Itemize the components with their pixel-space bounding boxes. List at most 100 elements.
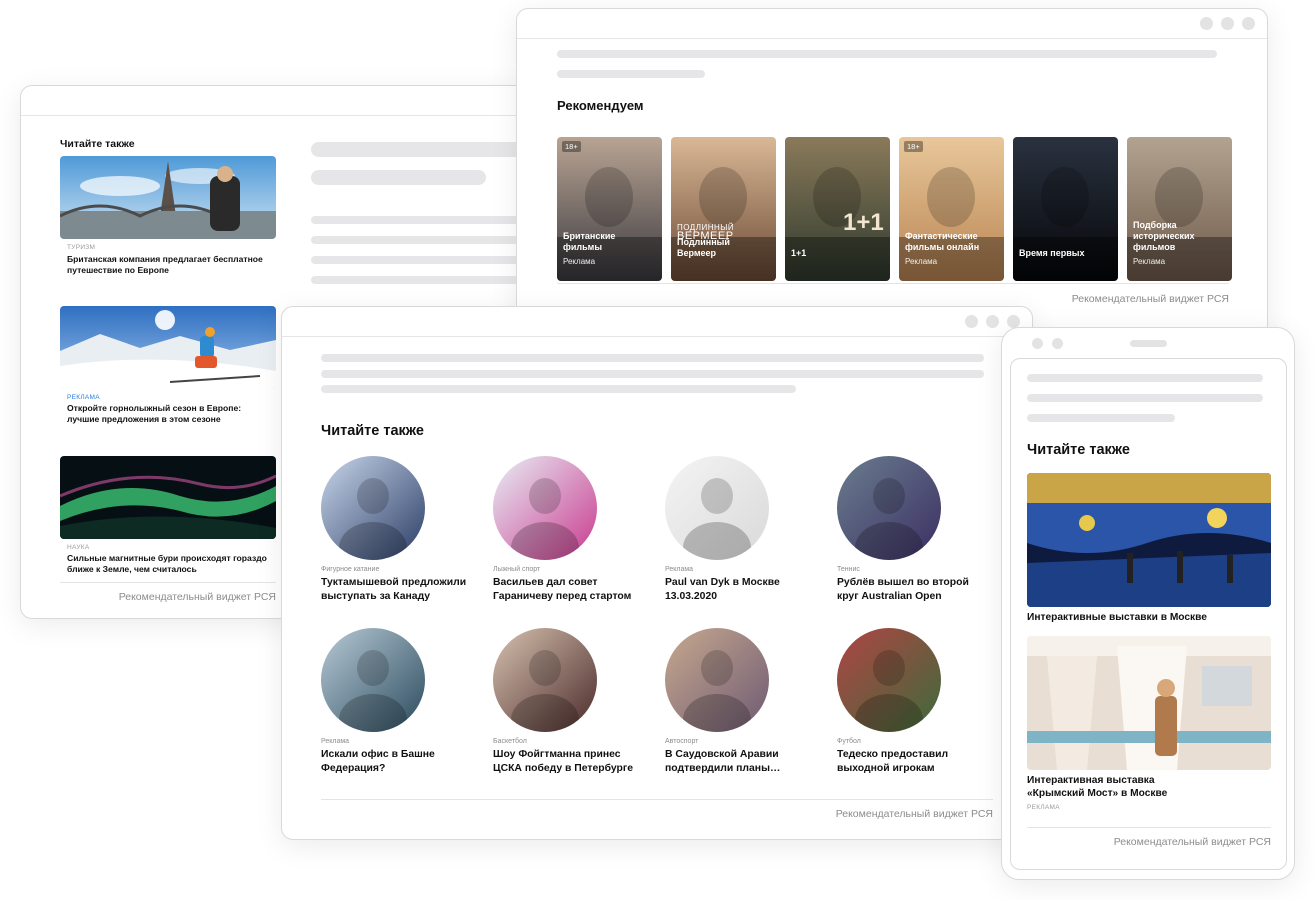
- article-title-line: выступать за Канаду: [321, 591, 431, 602]
- article-photo: [493, 628, 597, 732]
- article-circle-image[interactable]: [493, 456, 597, 560]
- age-rating-badge: 18+: [562, 141, 581, 152]
- article-circle-image[interactable]: [837, 456, 941, 560]
- rsya-footer-link[interactable]: Рекомендательный виджет РСЯ: [1027, 836, 1271, 848]
- article-image-eiffel[interactable]: [60, 156, 276, 239]
- article-title[interactable]: Туктамышевой предложили выступать за Кана…: [321, 576, 486, 604]
- article-category: Реклама: [321, 738, 350, 745]
- article-category: ТУРИЗМ: [67, 244, 96, 251]
- movie-poster-card[interactable]: Подборка исторических фильмов Реклама: [1127, 137, 1232, 281]
- article-photo: [493, 456, 597, 560]
- age-rating-badge: 18+: [904, 141, 923, 152]
- article-category: НАУКА: [67, 544, 90, 551]
- article-circle-image[interactable]: [321, 628, 425, 732]
- article-photo: [665, 628, 769, 732]
- window-controls: [965, 315, 1020, 328]
- movie-poster-card[interactable]: 18+ Фантастические фильмы онлайн Реклама: [899, 137, 1004, 281]
- movie-poster-card[interactable]: Время первых: [1013, 137, 1118, 281]
- window-topbar: [517, 9, 1267, 39]
- window-dot-icon[interactable]: [1221, 17, 1234, 30]
- mobile-status-dots: [1032, 338, 1063, 349]
- poster-label: Фантастические фильмы онлайн: [905, 231, 980, 252]
- article-title-line: Васильев дал совет: [493, 577, 598, 588]
- rsya-footer-link[interactable]: Рекомендательный виджет РСЯ: [929, 293, 1229, 305]
- article-category: РЕКЛАМА: [67, 394, 100, 401]
- poster-art-title: 1+1: [843, 209, 884, 236]
- right-browser-window: Рекомендуем 18+ Британские фильмы Реклама П…: [516, 8, 1268, 338]
- camera-dot-icon: [1032, 338, 1043, 349]
- mobile-device-frame: Читайте также Интерактивные выставки в М…: [1001, 327, 1295, 880]
- text-placeholder: [557, 50, 1217, 58]
- widget-heading: Рекомендуем: [557, 98, 644, 113]
- rsya-footer-link[interactable]: Рекомендательный виджет РСЯ: [60, 591, 276, 603]
- poster-image: [671, 137, 776, 281]
- movie-poster-card[interactable]: Подлинный Вермеер ПОДЛИННЫЙ ВЕРМЕЕР: [671, 137, 776, 281]
- article-title-line: ближе к Земле, чем считалось: [67, 564, 197, 574]
- text-placeholder: [1027, 394, 1263, 402]
- movie-poster-card[interactable]: 1+1 1+1: [785, 137, 890, 281]
- article-title-line: Искали офис в Башне: [321, 749, 435, 760]
- window-dot-icon[interactable]: [986, 315, 999, 328]
- text-placeholder: [1027, 374, 1263, 382]
- text-placeholder: [1027, 414, 1175, 422]
- article-image-vangogh[interactable]: [1027, 473, 1271, 607]
- text-placeholder: [311, 276, 539, 284]
- window-dot-icon[interactable]: [1242, 17, 1255, 30]
- article-title-line: Рублёв вышел во второй: [837, 577, 969, 588]
- text-placeholder: [321, 385, 796, 393]
- article-category: Баскетбол: [493, 738, 527, 745]
- article-title[interactable]: Васильев дал совет Гараничеву перед старт…: [493, 576, 658, 604]
- article-title[interactable]: Интерактивные выставки в Москве: [1027, 611, 1271, 624]
- rsya-footer-link[interactable]: Рекомендательный виджет РСЯ: [693, 808, 993, 820]
- widget-heading: Читайте также: [60, 138, 135, 150]
- article-title-line: Гараничеву перед стартом: [493, 591, 632, 602]
- article-circle-image[interactable]: [493, 628, 597, 732]
- article-category: Теннис: [837, 566, 860, 573]
- window-dot-icon[interactable]: [965, 315, 978, 328]
- article-title-line: Тедеско предоставил: [837, 749, 949, 760]
- article-title-line: Paul van Dyk в Москве: [665, 577, 780, 588]
- article-circle-image[interactable]: [321, 456, 425, 560]
- article-category: Фигурное катание: [321, 566, 380, 573]
- article-title-line: выходной игрокам: [837, 763, 935, 774]
- ad-label: Реклама: [905, 257, 938, 266]
- poster-label: 1+1: [791, 248, 807, 258]
- article-title-line: круг Australian Open: [837, 591, 942, 602]
- text-placeholder: [311, 236, 539, 244]
- article-title[interactable]: Рублёв вышел во второй круг Australian Op…: [837, 576, 1002, 604]
- article-title[interactable]: Интерактивная выставка «Крымский Мост» в…: [1027, 774, 1271, 800]
- article-title[interactable]: Откройте горнолыжный сезон в Европе: луч…: [67, 403, 277, 425]
- window-dot-icon[interactable]: [1200, 17, 1213, 30]
- article-category: Лыжный спорт: [493, 566, 541, 573]
- sensor-dot-icon: [1052, 338, 1063, 349]
- article-image-exhibition[interactable]: [1027, 636, 1271, 770]
- article-title-line: «Крымский Мост» в Москве: [1027, 788, 1168, 799]
- article-image-ski[interactable]: [60, 306, 276, 389]
- article-photo: [321, 628, 425, 732]
- article-circle-image[interactable]: [665, 628, 769, 732]
- article-title-line: В Саудовской Аравии: [665, 749, 779, 760]
- poster-art-line: ВЕРМЕЕР: [677, 230, 734, 242]
- article-title[interactable]: Paul van Dyk в Москве 13.03.2020: [665, 576, 830, 604]
- poster-label: Британские фильмы: [563, 231, 616, 252]
- article-title[interactable]: Искали офис в Башне Федерация?: [321, 748, 486, 776]
- article-title-line: ЦСКА победу в Петербурге: [493, 763, 634, 774]
- article-image-aurora[interactable]: [60, 456, 276, 539]
- article-title-line: путешествие по Европе: [67, 265, 169, 275]
- window-controls: [1200, 17, 1255, 30]
- article-title[interactable]: Сильные магнитные бури происходят горазд…: [67, 553, 277, 575]
- article-photo: [665, 456, 769, 560]
- widget-heading: Читайте также: [1027, 442, 1130, 458]
- article-circle-image[interactable]: [665, 456, 769, 560]
- article-title[interactable]: В Саудовской Аравии подтвердили планы…: [665, 748, 830, 776]
- article-title-line: подтвердили планы…: [665, 763, 781, 774]
- article-title[interactable]: Британская компания предлагает бесплатно…: [67, 254, 277, 276]
- article-title-line: 13.03.2020: [665, 591, 718, 602]
- article-circle-image[interactable]: [837, 628, 941, 732]
- text-placeholder: [311, 170, 486, 185]
- article-title[interactable]: Шоу Фойгтманна принес ЦСКА победу в Петер…: [493, 748, 658, 776]
- movie-poster-card[interactable]: 18+ Британские фильмы Реклама: [557, 137, 662, 281]
- article-title[interactable]: Тедеско предоставил выходной игрокам: [837, 748, 1002, 776]
- article-title-line: Откройте горнолыжный сезон в Европе:: [67, 403, 242, 413]
- poster-image: [1013, 137, 1118, 281]
